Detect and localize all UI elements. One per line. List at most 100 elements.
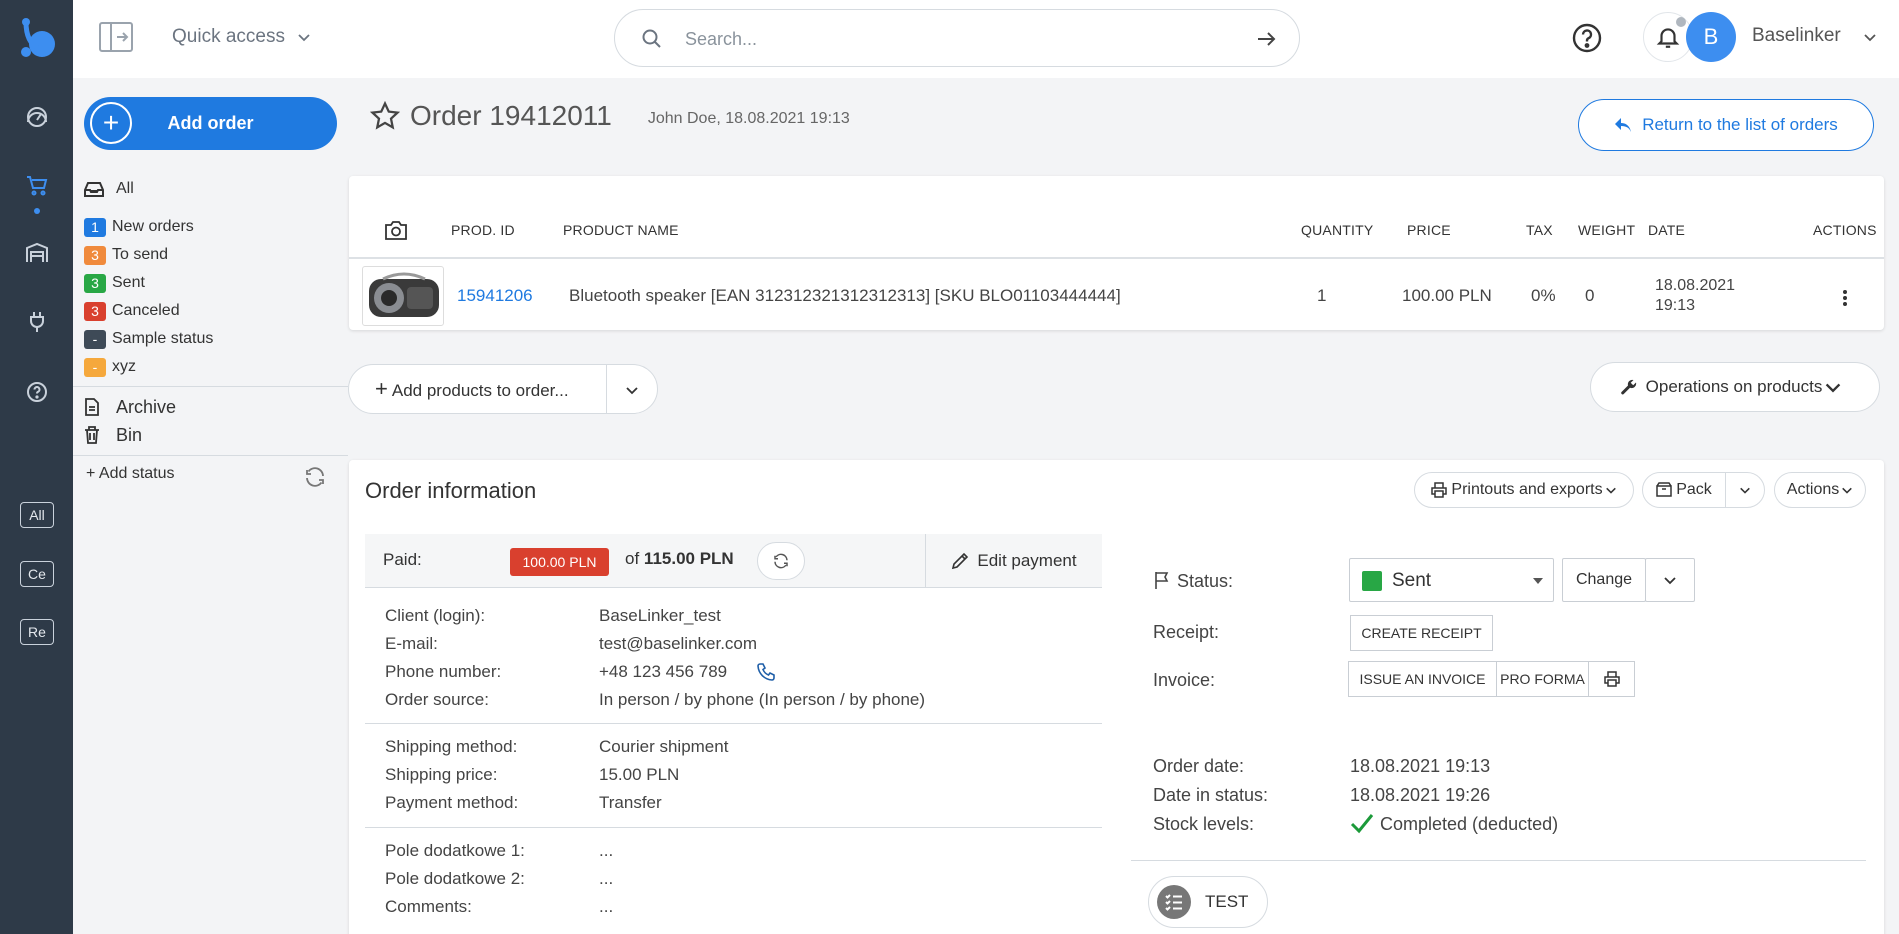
actions-dropdown-button[interactable]: Actions xyxy=(1774,472,1866,508)
shipping-price-value[interactable]: 15.00 PLN xyxy=(599,765,679,785)
col-prod-id[interactable]: PROD. ID xyxy=(451,222,515,238)
more-vertical-icon[interactable] xyxy=(1837,286,1853,310)
col-tax[interactable]: TAX xyxy=(1526,222,1553,238)
extra-field-2-value[interactable]: ... xyxy=(599,869,613,889)
status-label: Status: xyxy=(1153,570,1233,592)
sidebar-item-to-send[interactable]: 3 To send xyxy=(84,244,168,266)
arrow-right-icon[interactable] xyxy=(1255,28,1277,50)
add-status-link[interactable]: + Add status xyxy=(86,465,175,483)
change-status-button[interactable]: Change xyxy=(1562,558,1646,602)
chevron-down-icon[interactable] xyxy=(625,383,639,397)
chevron-down-icon xyxy=(1826,383,1841,393)
rail-tag-re[interactable]: Re xyxy=(20,619,54,645)
col-price[interactable]: PRICE xyxy=(1407,222,1451,238)
sidebar-item-canceled[interactable]: 3 Canceled xyxy=(84,300,180,322)
issue-invoice-button[interactable]: ISSUE AN INVOICE xyxy=(1348,661,1497,697)
star-icon[interactable] xyxy=(370,101,400,131)
reply-arrow-icon xyxy=(1615,118,1632,132)
help-circle-icon[interactable] xyxy=(1571,22,1603,54)
refresh-icon[interactable] xyxy=(303,465,327,489)
phone-value[interactable]: +48 123 456 789 xyxy=(599,662,727,682)
status-count-badge: - xyxy=(84,357,106,377)
col-quantity[interactable]: QUANTITY xyxy=(1301,222,1373,238)
printer-icon xyxy=(1603,671,1620,687)
product-quantity[interactable]: 1 xyxy=(1317,286,1326,306)
sidebar-item-all[interactable]: All xyxy=(84,178,134,200)
dashboard-icon[interactable] xyxy=(24,104,50,130)
product-weight[interactable]: 0 xyxy=(1585,286,1594,306)
rail-tag-ce[interactable]: Ce xyxy=(20,561,54,587)
product-tax[interactable]: 0% xyxy=(1531,286,1556,306)
cart-icon[interactable] xyxy=(24,172,50,198)
payment-method-value[interactable]: Transfer xyxy=(599,793,662,813)
stock-levels-text: Completed (deducted) xyxy=(1380,814,1559,834)
flag-icon xyxy=(1155,572,1169,589)
product-price[interactable]: 100.00 PLN xyxy=(1402,286,1492,306)
col-date[interactable]: DATE xyxy=(1648,222,1685,238)
client-login-value[interactable]: BaseLinker_test xyxy=(599,606,721,626)
user-name[interactable]: Baselinker xyxy=(1752,25,1841,47)
status-count-badge: 1 xyxy=(84,217,106,237)
phone-icon[interactable] xyxy=(756,662,776,682)
test-button[interactable]: TEST xyxy=(1148,876,1268,928)
camera-icon xyxy=(385,221,407,240)
shipping-method-value[interactable]: Courier shipment xyxy=(599,737,728,757)
sidebar-item-xyz[interactable]: - xyz xyxy=(84,356,136,378)
order-source-value[interactable]: In person / by phone (In person / by pho… xyxy=(599,690,925,710)
pack-button[interactable]: Pack xyxy=(1642,472,1726,508)
sidebar-item-bin[interactable]: Bin xyxy=(84,424,142,446)
col-product-name[interactable]: PRODUCT NAME xyxy=(563,222,679,238)
baselinker-logo[interactable] xyxy=(18,16,58,60)
pro-forma-button[interactable]: PRO FORMA xyxy=(1496,661,1589,697)
email-value[interactable]: test@baselinker.com xyxy=(599,634,757,654)
edit-payment-button[interactable]: Edit payment xyxy=(925,534,1102,588)
sidebar-item-archive[interactable]: Archive xyxy=(84,396,176,418)
status-color-swatch xyxy=(1362,571,1382,591)
return-to-list-button[interactable]: Return to the list of orders xyxy=(1578,99,1874,151)
divider xyxy=(365,827,1102,828)
operations-on-products-button[interactable]: Operations on products xyxy=(1590,362,1880,412)
warehouse-icon[interactable] xyxy=(24,240,50,266)
divider xyxy=(73,386,348,387)
edit-payment-label: Edit payment xyxy=(977,551,1077,570)
divider xyxy=(606,365,607,413)
create-receipt-button[interactable]: CREATE RECEIPT xyxy=(1350,615,1493,651)
printouts-label: Printouts and exports xyxy=(1451,481,1603,498)
chevron-down-icon[interactable] xyxy=(297,30,311,44)
comments-value[interactable]: ... xyxy=(599,897,613,917)
printer-icon xyxy=(1431,482,1448,498)
page-title: Order 19412011 xyxy=(410,100,612,131)
extra-field-1-value[interactable]: ... xyxy=(599,841,613,861)
sidebar-item-sent[interactable]: 3 Sent xyxy=(84,272,145,294)
status-count-badge: 3 xyxy=(84,273,106,293)
avatar[interactable]: B xyxy=(1686,12,1736,62)
print-invoice-button[interactable] xyxy=(1588,661,1635,697)
pack-dropdown-button[interactable] xyxy=(1725,472,1765,508)
printouts-exports-button[interactable]: Printouts and exports xyxy=(1414,472,1634,508)
chevron-down-icon[interactable] xyxy=(1863,30,1877,44)
quick-access-label[interactable]: Quick access xyxy=(172,26,285,48)
help-icon[interactable] xyxy=(24,379,50,405)
search-input[interactable] xyxy=(685,24,1225,54)
product-thumbnail[interactable] xyxy=(362,266,444,326)
top-bar: Quick access B Baselinker xyxy=(73,0,1899,78)
plug-icon[interactable] xyxy=(24,309,50,335)
refresh-payment-button[interactable] xyxy=(757,542,805,580)
inbox-icon xyxy=(84,180,104,198)
section-title: Order information xyxy=(365,478,537,503)
active-dot xyxy=(34,208,40,214)
operations-label: Operations on products xyxy=(1645,377,1823,396)
divider xyxy=(1131,860,1866,861)
add-products-button[interactable]: + Add products to order... xyxy=(348,364,658,414)
sidebar-item-new-orders[interactable]: 1 New orders xyxy=(84,216,194,238)
status-count-badge: 3 xyxy=(84,245,106,265)
change-status-dropdown[interactable] xyxy=(1645,558,1695,602)
search-icon xyxy=(642,29,661,48)
add-order-button[interactable]: + Add order xyxy=(84,97,337,150)
sidebar-item-sample-status[interactable]: - Sample status xyxy=(84,328,213,350)
rail-tag-all[interactable]: All xyxy=(20,502,54,528)
product-id-link[interactable]: 15941206 xyxy=(457,286,533,306)
status-select[interactable]: Sent xyxy=(1349,558,1554,602)
sidebar-toggle-icon[interactable] xyxy=(99,22,133,52)
col-weight[interactable]: WEIGHT xyxy=(1578,222,1635,238)
